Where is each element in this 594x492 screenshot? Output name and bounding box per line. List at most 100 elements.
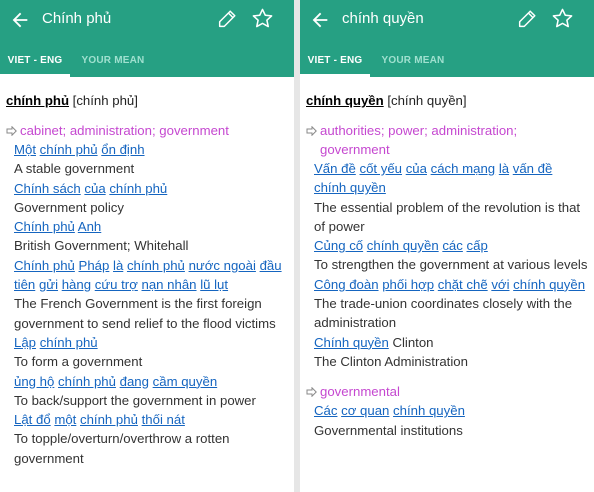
- headword-line: chính quyền [chính quyền]: [306, 91, 588, 110]
- example-english: The trade-union coordinates closely with…: [314, 296, 573, 331]
- word-link[interactable]: cấp: [467, 238, 488, 253]
- example-vietnamese: Chính phủ Anh: [6, 217, 288, 236]
- app-bar: chính quyền VIET - ENG YOUR MEAN: [300, 0, 594, 77]
- headword: chính phủ: [6, 93, 69, 108]
- word-link[interactable]: chính phủ: [109, 181, 167, 196]
- word-link[interactable]: lũ lụt: [200, 277, 228, 292]
- word-link[interactable]: chính phủ: [80, 412, 138, 427]
- back-arrow-icon[interactable]: [9, 9, 31, 31]
- example-english: The French Government is the first forei…: [14, 296, 276, 331]
- tab-viet-eng[interactable]: VIET - ENG: [0, 46, 70, 77]
- definition-content: chính phủ [chính phủ] cabinet; administra…: [0, 77, 294, 492]
- example-english: The Clinton Administration: [314, 353, 468, 369]
- word-link[interactable]: Chính phủ: [14, 258, 75, 273]
- example-english: British Government; Whitehall: [14, 238, 189, 254]
- star-icon[interactable]: [251, 7, 274, 30]
- tab-viet-eng[interactable]: VIET - ENG: [300, 46, 370, 77]
- word-link[interactable]: Vấn đề: [314, 161, 356, 176]
- word-link[interactable]: là: [499, 161, 509, 176]
- example-plain-word: Clinton: [392, 334, 434, 350]
- left-panel: Chính phủ VIET - ENG YOUR MEAN chính phủ…: [0, 0, 294, 492]
- word-link[interactable]: vấn đề: [513, 161, 553, 176]
- definition-content: chính quyền [chính quyền] authorities; po…: [300, 77, 594, 492]
- word-link[interactable]: chặt chẽ: [438, 277, 488, 292]
- word-link[interactable]: thối nát: [142, 412, 185, 427]
- word-link[interactable]: cơ quan: [341, 403, 389, 418]
- headword-bracket: [chính quyền]: [387, 93, 467, 108]
- word-link[interactable]: hàng: [62, 277, 91, 292]
- page-title: Chính phủ: [42, 10, 112, 27]
- word-link[interactable]: chính phủ: [127, 258, 185, 273]
- word-link[interactable]: cốt yếu: [359, 161, 402, 176]
- tab-bar: VIET - ENG YOUR MEAN: [300, 46, 594, 77]
- word-link[interactable]: chính phủ: [58, 374, 116, 389]
- example-vietnamese: Lập chính phủ: [6, 333, 288, 352]
- pencil-icon[interactable]: [516, 8, 538, 30]
- word-link[interactable]: Lật đổ: [14, 412, 51, 427]
- headword: chính quyền: [306, 93, 384, 108]
- example-english: To topple/overturn/overthrow a rotten go…: [14, 431, 230, 466]
- word-link[interactable]: ủng hộ: [14, 374, 54, 389]
- word-link[interactable]: ổn định: [101, 142, 144, 157]
- word-link[interactable]: là: [113, 258, 123, 273]
- headword-line: chính phủ [chính phủ]: [6, 91, 288, 110]
- example-vietnamese: ủng hộ chính phủ đang cầm quyền: [6, 372, 288, 391]
- word-link[interactable]: Các: [314, 403, 337, 418]
- example-vietnamese: Vấn đề cốt yếu của cách mạng là vấn đề c…: [306, 159, 588, 198]
- tab-your-mean[interactable]: YOUR MEAN: [376, 46, 450, 77]
- example-vietnamese: Chính sách của chính phủ: [6, 179, 288, 198]
- word-link[interactable]: chính quyền: [367, 238, 439, 253]
- example-vietnamese: Một chính phủ ổn định: [6, 140, 288, 159]
- example-vietnamese: Lật đổ một chính phủ thối nát: [6, 410, 288, 429]
- sense-text: authorities; power; administration; gove…: [320, 123, 518, 157]
- word-link[interactable]: đang: [120, 374, 149, 389]
- sense-line: cabinet; administration; government: [6, 121, 288, 140]
- example-english: To back/support the government in power: [14, 392, 256, 408]
- word-link[interactable]: của: [84, 181, 105, 196]
- word-link[interactable]: chính phủ: [40, 335, 98, 350]
- example-vietnamese: Củng cố chính quyền các cấp: [306, 236, 588, 255]
- word-link[interactable]: cách mạng: [431, 161, 496, 176]
- word-link[interactable]: chính quyền: [393, 403, 465, 418]
- word-link[interactable]: Chính quyền: [314, 335, 389, 350]
- word-link[interactable]: một: [54, 412, 76, 427]
- word-link[interactable]: Lập: [14, 335, 36, 350]
- word-link[interactable]: chính phủ: [40, 142, 98, 157]
- app-bar: Chính phủ VIET - ENG YOUR MEAN: [0, 0, 294, 77]
- word-link[interactable]: các: [442, 238, 463, 253]
- tab-your-mean[interactable]: YOUR MEAN: [76, 46, 150, 77]
- word-link[interactable]: cứu trợ: [95, 277, 138, 292]
- sense-arrow-icon: [306, 387, 317, 398]
- word-link[interactable]: Pháp: [79, 258, 110, 273]
- sense-line: authorities; power; administration; gove…: [306, 121, 588, 159]
- word-link[interactable]: Công đoàn: [314, 277, 379, 292]
- back-arrow-icon[interactable]: [309, 9, 331, 31]
- word-link[interactable]: nước ngoài: [189, 258, 256, 273]
- word-link[interactable]: Một: [14, 142, 36, 157]
- word-link[interactable]: Anh: [78, 219, 101, 234]
- word-link[interactable]: nạn nhân: [142, 277, 197, 292]
- example-vietnamese: Các cơ quan chính quyền: [306, 401, 588, 420]
- example-vietnamese: Công đoàn phối hợp chặt chẽ với chính qu…: [306, 275, 588, 294]
- sense-text: cabinet; administration; government: [20, 123, 229, 138]
- word-link[interactable]: Chính phủ: [14, 219, 75, 234]
- example-vietnamese: Chính phủ Pháp là chính phủ nước ngoài đ…: [6, 256, 288, 295]
- word-link[interactable]: của: [406, 161, 427, 176]
- word-link[interactable]: Củng cố: [314, 238, 363, 253]
- tab-bar: VIET - ENG YOUR MEAN: [0, 46, 294, 77]
- example-english: Government policy: [14, 199, 124, 215]
- right-panel: chính quyền VIET - ENG YOUR MEAN chính q…: [300, 0, 594, 492]
- word-link[interactable]: cầm quyền: [153, 374, 218, 389]
- word-link[interactable]: Chính sách: [14, 181, 81, 196]
- word-link[interactable]: với: [491, 277, 509, 292]
- example-english: A stable government: [14, 161, 135, 177]
- star-icon[interactable]: [551, 7, 574, 30]
- sense-text: governmental: [320, 384, 400, 400]
- word-link[interactable]: phối hợp: [382, 277, 434, 292]
- sense-line: governmental: [306, 382, 588, 401]
- word-link[interactable]: chính quyền: [513, 277, 585, 292]
- pencil-icon[interactable]: [216, 8, 238, 30]
- example-english: Governmental institutions: [314, 422, 463, 438]
- word-link[interactable]: chính quyền: [314, 180, 386, 195]
- word-link[interactable]: gửi: [39, 277, 58, 292]
